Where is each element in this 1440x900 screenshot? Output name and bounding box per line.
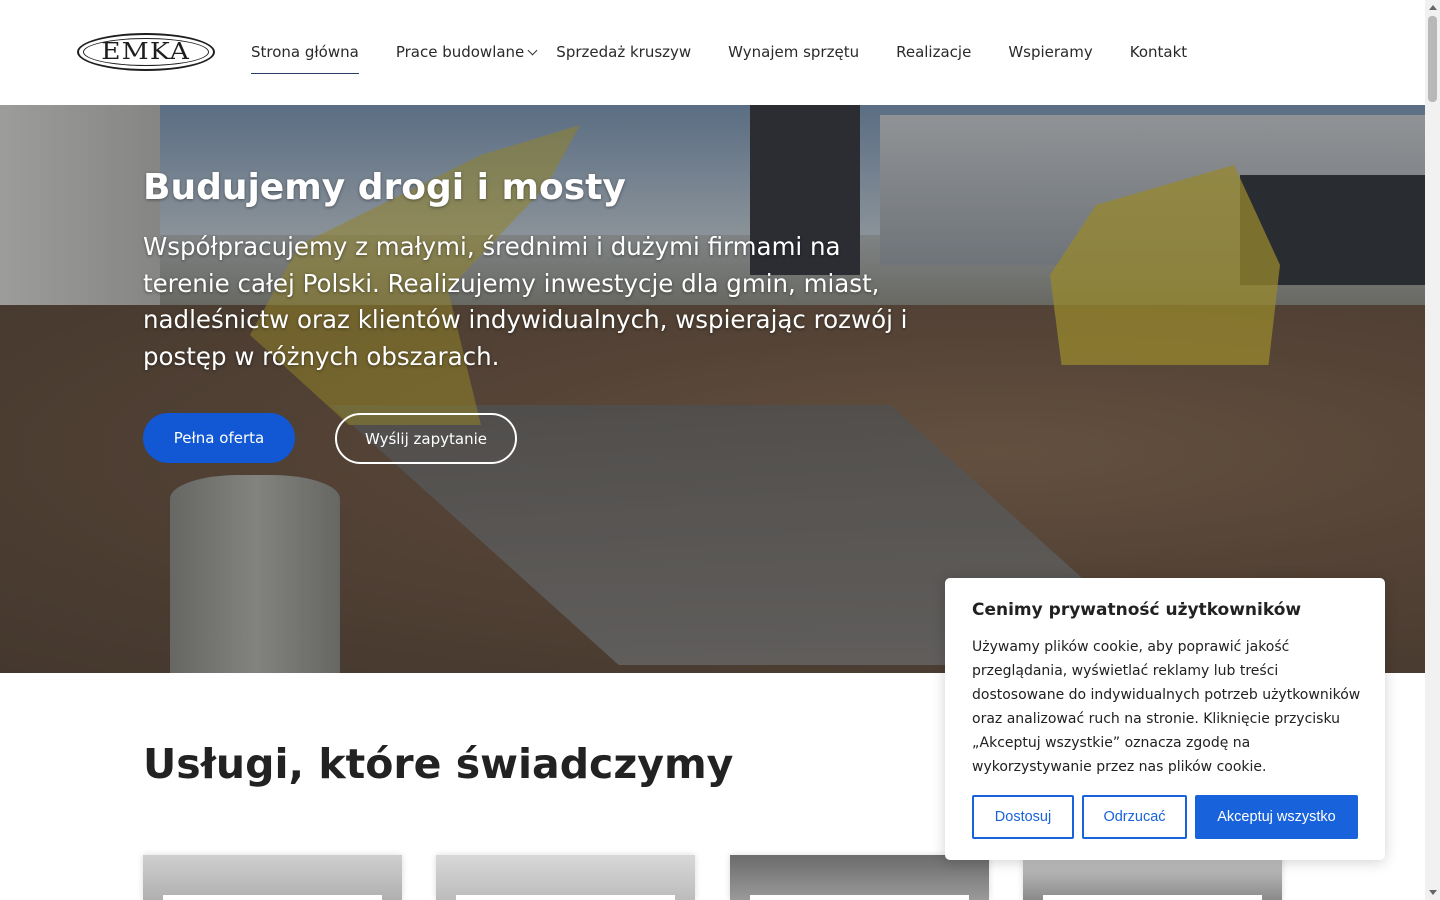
cookie-customize-button[interactable]: Dostosuj [972,795,1074,839]
service-card-image [143,855,402,900]
nav-item-support[interactable]: Wspieramy [1008,42,1092,66]
service-card[interactable] [730,855,989,900]
services-title: Usługi, które świadczymy [143,740,733,788]
hero-description: Współpracujemy z małymi, średnimi i duży… [143,232,908,371]
service-card-label-strip [456,895,675,900]
service-card-image [1023,855,1282,900]
services-title-bold: Usługi [143,740,289,788]
nav-item-construction-label: Prace budowlane [395,43,525,61]
cookie-reject-button[interactable]: Odrzucać [1082,795,1187,839]
service-card[interactable] [143,855,402,900]
scroll-up-arrow-icon[interactable] [1429,5,1437,10]
services-title-rest: , które świadczymy [288,740,734,788]
service-card-label-strip [163,895,382,900]
emka-logo[interactable]: EMKA [77,33,215,71]
service-card-image [436,855,695,900]
page-scrollbar[interactable] [1425,0,1440,900]
nav-item-contact[interactable]: Kontakt [1130,42,1187,66]
full-offer-button[interactable]: Pełna oferta [143,413,295,463]
service-card-image [730,855,989,900]
cookie-consent-banner: Cenimy prywatność użytkowników Używamy p… [945,578,1385,860]
service-card-label-strip [1043,895,1262,900]
main-nav: Strona główna Prace budowlane Sprzedaż k… [251,42,1224,74]
send-inquiry-button[interactable]: Wyślij zapytanie [335,413,517,464]
chevron-down-icon [527,45,538,56]
nav-item-projects[interactable]: Realizacje [896,42,971,66]
cookie-title: Cenimy prywatność użytkowników [972,600,1302,620]
nav-item-equipment-rental[interactable]: Wynajem sprzętu [728,42,859,66]
nav-item-construction[interactable]: Prace budowlane [395,42,538,66]
service-card-label-strip [750,895,969,900]
service-card[interactable] [1023,855,1282,900]
scroll-thumb[interactable] [1428,16,1437,102]
nav-item-home[interactable]: Strona główna [251,42,359,74]
hero-title: Budujemy drogi i mosty [143,167,626,208]
cookie-text: Używamy plików cookie, aby poprawić jako… [972,639,1361,775]
cookie-accept-all-button[interactable]: Akceptuj wszystko [1195,795,1358,839]
scroll-down-arrow-icon[interactable] [1429,890,1437,895]
site-header: EMKA Strona główna Prace budowlane Sprze… [0,0,1425,105]
nav-item-aggregates[interactable]: Sprzedaż kruszyw [556,42,691,66]
logo-text: EMKA [101,39,191,65]
service-card[interactable] [436,855,695,900]
